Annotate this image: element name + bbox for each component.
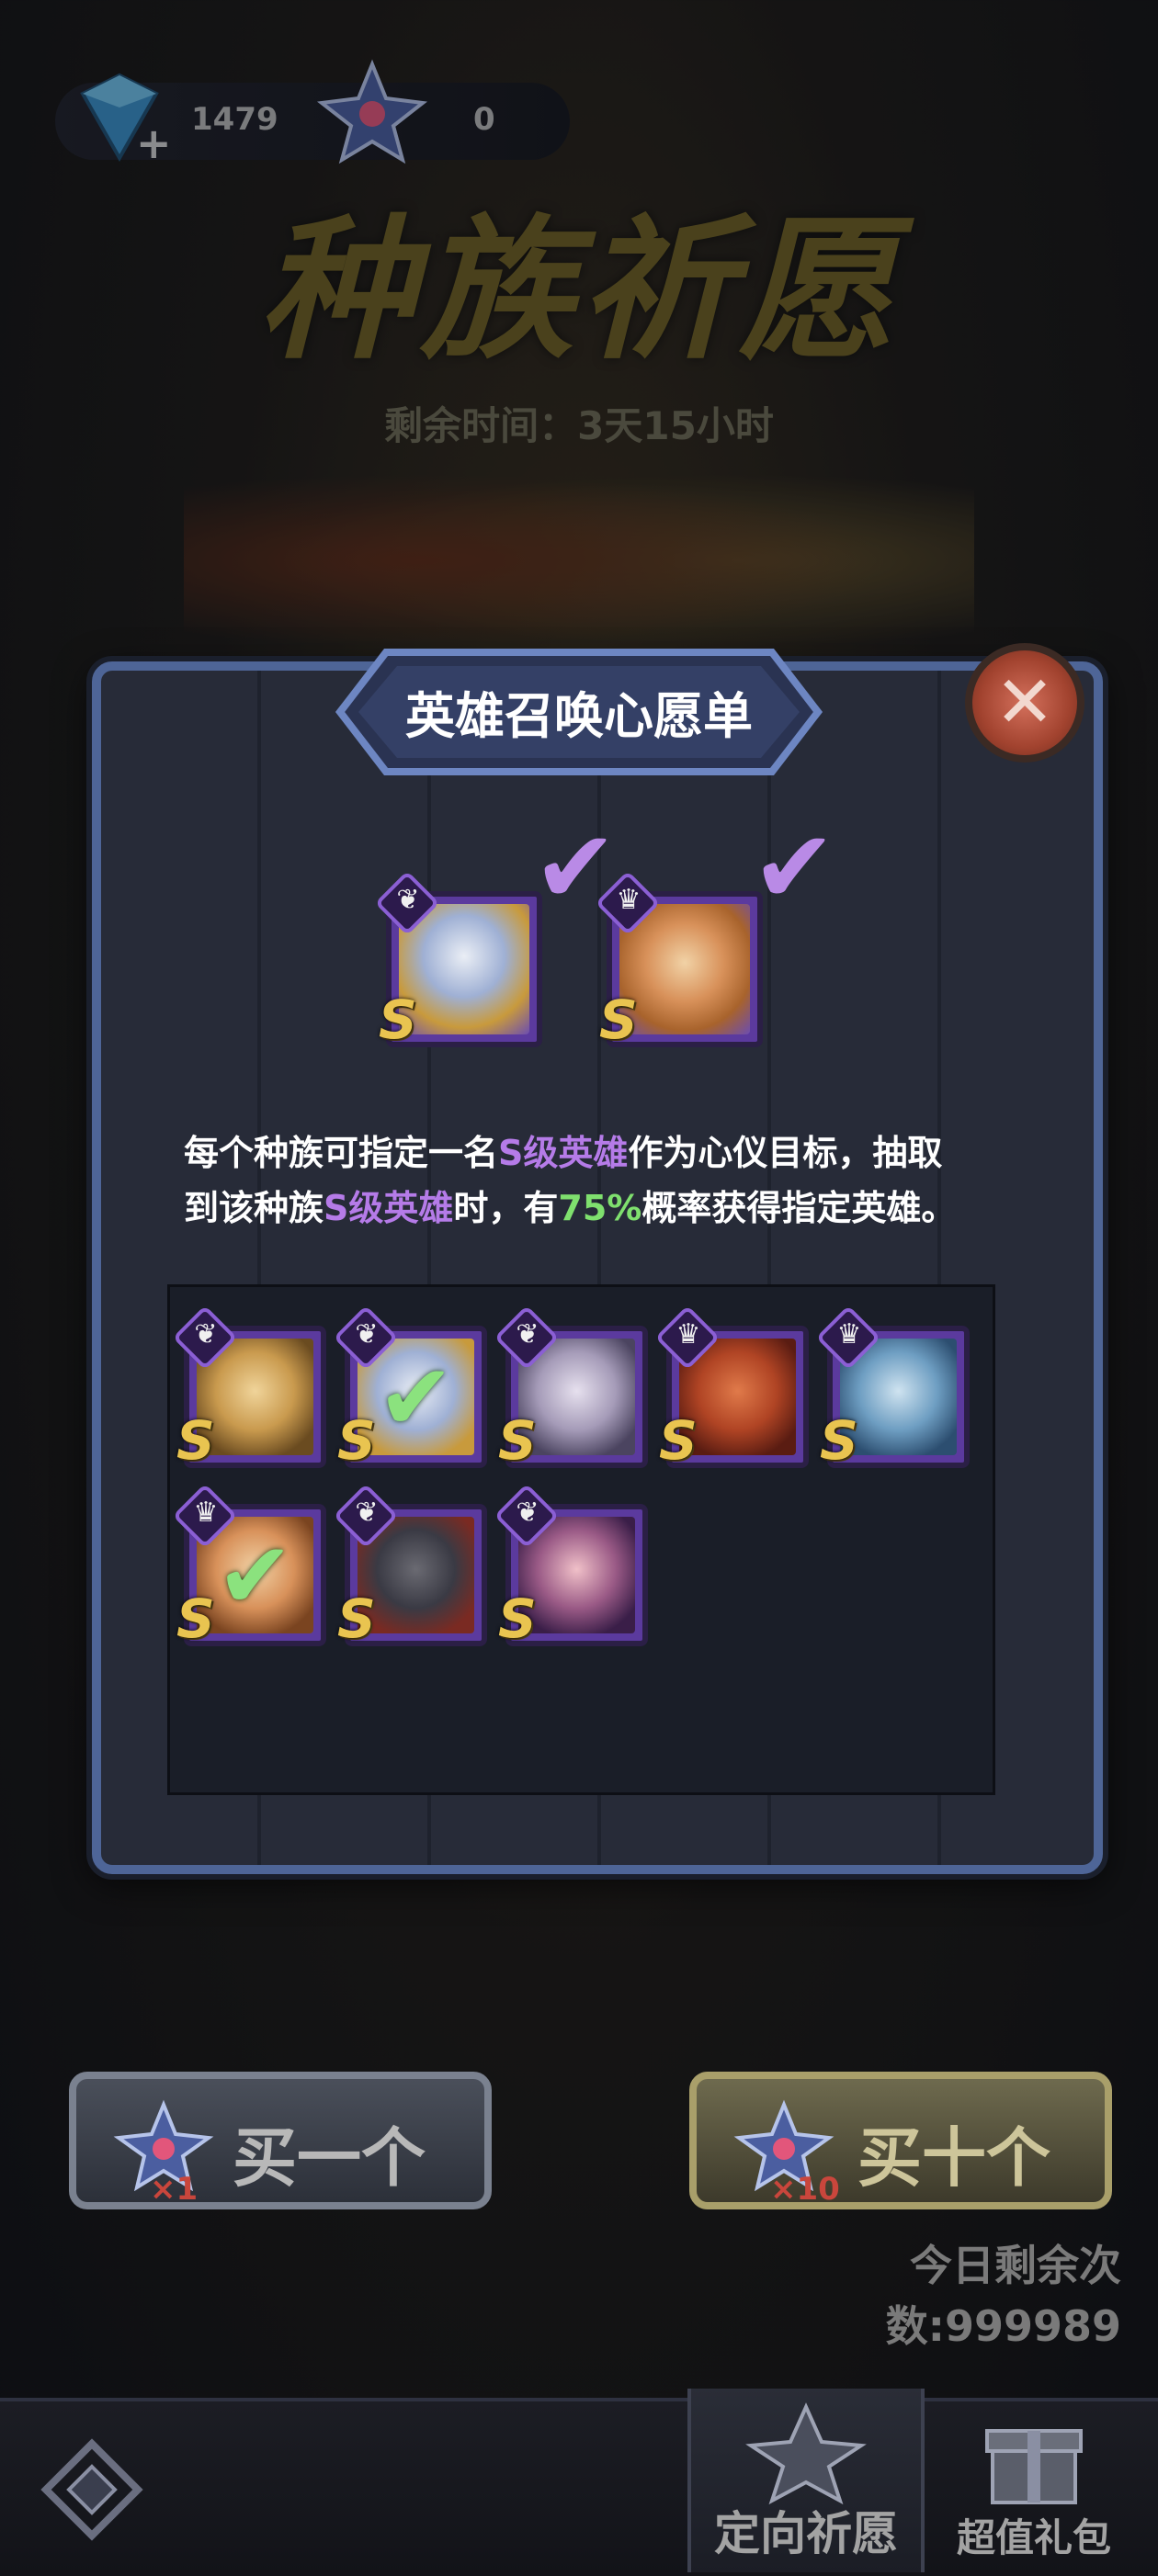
- hero-card[interactable]: ❦ S: [494, 1305, 648, 1472]
- tab-wish-label: 定向祈愿: [714, 2507, 898, 2560]
- beast-icon: ♛: [676, 1318, 701, 1350]
- modal-title: 英雄召唤心愿单: [405, 687, 753, 745]
- rank-badge: S: [176, 1409, 215, 1472]
- rank-badge: S: [498, 1587, 537, 1650]
- wishlist-description: 每个种族可指定一名S级英雄作为心仪目标，抽取 到该种族S级英雄时，有75%概率获…: [184, 1133, 957, 1228]
- buy-one-button[interactable]: ×1 买一个: [69, 2072, 492, 2209]
- rank-badge: S: [379, 989, 417, 1051]
- rank-badge: S: [337, 1587, 376, 1650]
- wing-icon: ❦: [194, 1318, 218, 1350]
- wing-icon: ❦: [396, 884, 420, 916]
- tab-wish[interactable]: 定向祈愿: [687, 2389, 925, 2572]
- buy-ten-label: 买十个: [857, 2120, 1050, 2196]
- gem-count: 1479: [191, 101, 278, 138]
- beast-icon: ♛: [836, 1318, 862, 1350]
- hero-card[interactable]: ♛ ✔ S: [172, 1483, 326, 1650]
- star-count: 0: [473, 101, 495, 138]
- selected-hero-card[interactable]: ❦ S: [374, 870, 542, 1051]
- svg-text:+: +: [136, 119, 172, 167]
- gem-icon[interactable]: +: [64, 66, 175, 167]
- buy-ten-button[interactable]: ×10 买十个: [689, 2072, 1112, 2209]
- cost-count: ×10: [770, 2171, 840, 2208]
- hero-card[interactable]: ❦ ✔ S: [333, 1305, 487, 1472]
- rank-badge: S: [599, 989, 638, 1051]
- hero-card[interactable]: ♛ S: [815, 1305, 970, 1472]
- cost-count: ×1: [150, 2171, 199, 2208]
- rank-badge: S: [337, 1409, 376, 1472]
- selected-hero-card[interactable]: ♛ S: [595, 870, 763, 1051]
- close-button[interactable]: ✕: [965, 643, 1084, 763]
- wing-icon: ❦: [355, 1497, 379, 1529]
- hero-card[interactable]: ❦ S: [172, 1305, 326, 1472]
- check-icon: ✔: [377, 1343, 455, 1451]
- buy-one-label: 买一个: [233, 2120, 426, 2196]
- hero-card[interactable]: ❦ S: [333, 1483, 487, 1650]
- checkmark-icon: ✔: [752, 808, 837, 926]
- gift-icon: [985, 2429, 1083, 2504]
- wing-icon: ❦: [516, 1497, 539, 1529]
- wish-icon: [745, 2402, 867, 2505]
- check-icon: ✔: [216, 1521, 294, 1629]
- rank-badge: S: [498, 1409, 537, 1472]
- background-artwork: [184, 459, 974, 661]
- wing-icon: ❦: [516, 1318, 539, 1350]
- rank-badge: S: [659, 1409, 698, 1472]
- rank-badge: S: [176, 1587, 215, 1650]
- hero-card[interactable]: ♛ S: [654, 1305, 809, 1472]
- tab-gift[interactable]: 超值礼包: [919, 2389, 1149, 2572]
- hero-card[interactable]: ❦ S: [494, 1483, 648, 1650]
- rank-badge: S: [820, 1409, 858, 1472]
- back-icon[interactable]: [37, 2435, 147, 2545]
- close-icon: ✕: [994, 661, 1055, 744]
- remaining-today: 今日剩余次数:999989: [885, 2241, 1121, 2351]
- tab-gift-label: 超值礼包: [956, 2515, 1111, 2560]
- beast-icon: ♛: [616, 884, 641, 916]
- star-crystal-icon: [316, 59, 428, 164]
- remaining-time: 剩余时间：3天15小时: [384, 403, 774, 448]
- banner-title: 种族祈愿: [259, 200, 899, 380]
